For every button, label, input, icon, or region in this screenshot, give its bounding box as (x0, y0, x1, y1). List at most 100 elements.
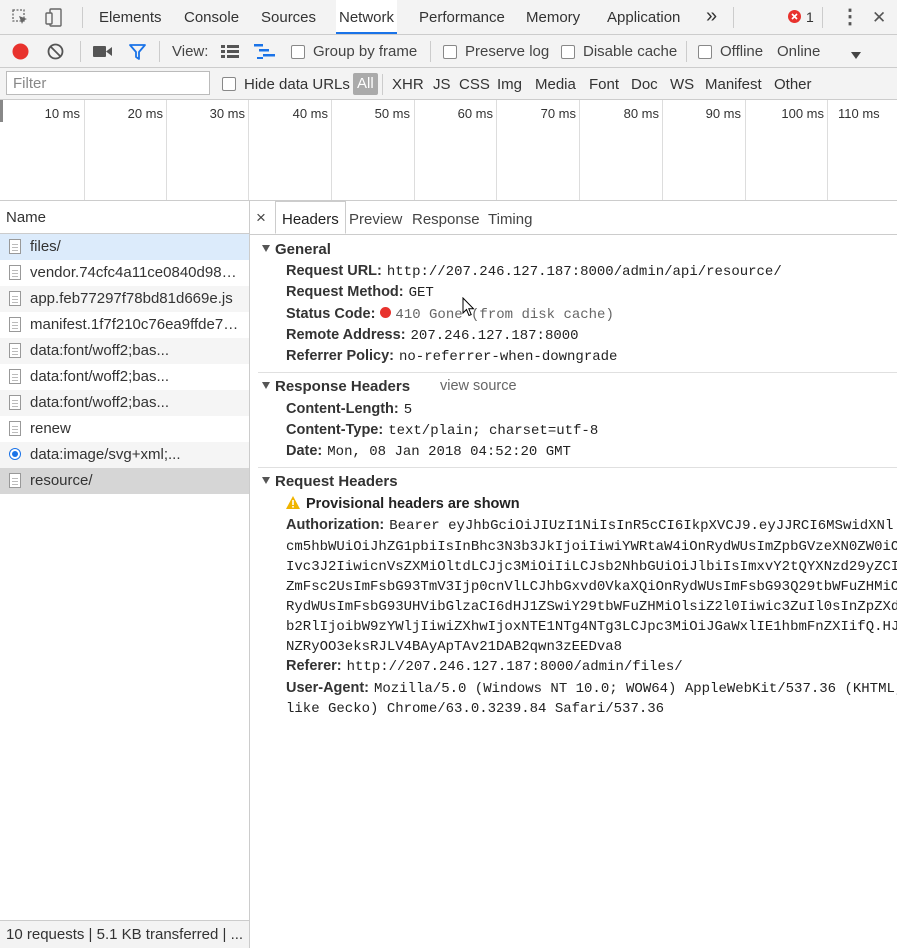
filter-type-js[interactable]: JS (433, 68, 451, 100)
request-headers-section-header[interactable]: Request Headers (262, 473, 398, 490)
disable-cache-label[interactable]: Disable cache (583, 35, 677, 68)
group-by-frame-checkbox[interactable] (291, 45, 305, 59)
request-row[interactable]: data:font/woff2;bas... (0, 338, 249, 364)
header-key: Authorization: (286, 517, 385, 533)
filter-type-font[interactable]: Font (589, 68, 619, 100)
record-button[interactable] (12, 43, 29, 60)
clear-icon[interactable] (47, 43, 64, 60)
name-column-header[interactable]: Name (0, 201, 249, 234)
filter-type-doc[interactable]: Doc (631, 68, 658, 100)
request-row[interactable]: resource/ (0, 468, 249, 494)
filter-type-img[interactable]: Img (497, 68, 522, 100)
view-source-link[interactable]: view source (440, 378, 517, 394)
tab-performance[interactable]: Performance (417, 0, 507, 34)
header-key: Request Method: (286, 284, 404, 300)
tab-network[interactable]: Network (336, 0, 398, 34)
tab-preview[interactable]: Preview (349, 201, 402, 234)
timeline-tick (496, 100, 497, 200)
timeline-tick (248, 100, 249, 200)
tab-console[interactable]: Console (182, 0, 241, 34)
header-key: Status Code: (286, 306, 376, 322)
tab-sources[interactable]: Sources (259, 0, 318, 34)
expand-triangle-icon (262, 245, 270, 252)
offline-label[interactable]: Offline (720, 35, 763, 68)
script-file-icon (9, 317, 21, 332)
chevron-down-icon[interactable] (851, 47, 861, 59)
more-tabs-button[interactable]: » (704, 0, 719, 34)
date-row: Date: Mon, 08 Jan 2018 04:52:20 GMT (286, 443, 571, 460)
response-headers-section-header[interactable]: Response Headers (262, 378, 410, 395)
filter-type-all[interactable]: All (353, 73, 378, 95)
timeline-tick-label: 40 ms (292, 106, 328, 121)
request-row[interactable]: files/ (0, 234, 249, 260)
header-key: Referer: (286, 658, 342, 674)
timeline-tick-label: 20 ms (127, 106, 163, 121)
provisional-warning-text: Provisional headers are shown (306, 496, 520, 512)
font-file-icon (9, 395, 21, 410)
header-value: http://207.246.127.187:8000/admin/api/re… (386, 264, 782, 280)
provisional-warning: Provisional headers are shown (286, 496, 520, 512)
tab-elements[interactable]: Elements (97, 0, 164, 34)
tab-application[interactable]: Application (605, 0, 682, 34)
group-by-frame-label[interactable]: Group by frame (313, 35, 417, 68)
request-row[interactable]: vendor.74cfc4a11ce0840d98d... (0, 260, 249, 286)
inspect-element-icon[interactable] (12, 9, 29, 26)
close-devtools-icon[interactable]: ✕ (870, 0, 888, 34)
authorization-continuation: Ivc3J2IiwicnVsZXMiOltdLCJjc3MiOiIiLCJsb2… (286, 559, 897, 575)
timeline-tick-label: 30 ms (209, 106, 245, 121)
waterfall-overview-icon[interactable] (254, 43, 276, 60)
filter-type-other[interactable]: Other (774, 68, 812, 100)
large-rows-icon[interactable] (221, 44, 239, 59)
error-icon[interactable] (788, 10, 801, 23)
general-section-header[interactable]: General (262, 241, 331, 258)
request-url-row: Request URL: http://207.246.127.187:8000/… (286, 263, 782, 280)
close-detail-icon[interactable]: × (256, 201, 266, 234)
throttling-select[interactable]: Online (777, 35, 820, 68)
device-toolbar-icon[interactable] (45, 8, 65, 27)
hide-data-urls-checkbox[interactable] (222, 77, 236, 91)
timeline-tick (662, 100, 663, 200)
tab-response[interactable]: Response (412, 201, 480, 234)
timeline-overview[interactable]: 10 ms 20 ms 30 ms 40 ms 50 ms 60 ms 70 m… (0, 100, 897, 201)
warning-icon (286, 496, 300, 509)
request-row[interactable]: data:font/woff2;bas... (0, 390, 249, 416)
timeline-tick (331, 100, 332, 200)
screenshot-camera-icon[interactable] (93, 45, 112, 58)
filter-funnel-icon[interactable] (129, 44, 146, 60)
request-row[interactable]: app.feb77297f78bd81d669e.js (0, 286, 249, 312)
expand-triangle-icon (262, 382, 270, 389)
authorization-row: Authorization: Bearer eyJhbGciOiJIUzI1NiI… (286, 517, 893, 534)
customize-menu-icon[interactable]: ⋮ (838, 0, 862, 34)
request-row[interactable]: data:image/svg+xml;... (0, 442, 249, 468)
tab-headers[interactable]: Headers (275, 201, 346, 234)
filter-type-css[interactable]: CSS (459, 68, 490, 100)
preserve-log-checkbox[interactable] (443, 45, 457, 59)
referer-row: Referer: http://207.246.127.187:8000/admi… (286, 658, 683, 675)
tab-memory[interactable]: Memory (524, 0, 582, 34)
filter-type-ws[interactable]: WS (670, 68, 694, 100)
timeline-tick (84, 100, 85, 200)
document-icon (9, 421, 21, 436)
filter-type-manifest[interactable]: Manifest (705, 68, 762, 100)
timeline-tick-label: 50 ms (374, 106, 410, 121)
timeline-tick (579, 100, 580, 200)
filter-input[interactable] (6, 71, 210, 95)
filter-type-media[interactable]: Media (535, 68, 576, 100)
image-file-icon (9, 448, 21, 460)
error-count[interactable]: 1 (804, 0, 816, 34)
timeline-tick-label: 100 ms (781, 106, 824, 121)
timeline-tick (166, 100, 167, 200)
request-detail-panel: × Headers Preview Response Timing Genera… (250, 201, 897, 948)
preserve-log-label[interactable]: Preserve log (465, 35, 549, 68)
request-row[interactable]: manifest.1f7f210c76ea9ffde7b... (0, 312, 249, 338)
tab-timing[interactable]: Timing (488, 201, 532, 234)
request-row[interactable]: renew (0, 416, 249, 442)
header-key: Referrer Policy: (286, 348, 394, 364)
network-summary: 10 requests | 5.1 KB transferred | ... (0, 920, 249, 948)
offline-checkbox[interactable] (698, 45, 712, 59)
hide-data-urls-label[interactable]: Hide data URLs (244, 68, 350, 100)
timeline-tick (414, 100, 415, 200)
request-row[interactable]: data:font/woff2;bas... (0, 364, 249, 390)
disable-cache-checkbox[interactable] (561, 45, 575, 59)
filter-type-xhr[interactable]: XHR (392, 68, 424, 100)
